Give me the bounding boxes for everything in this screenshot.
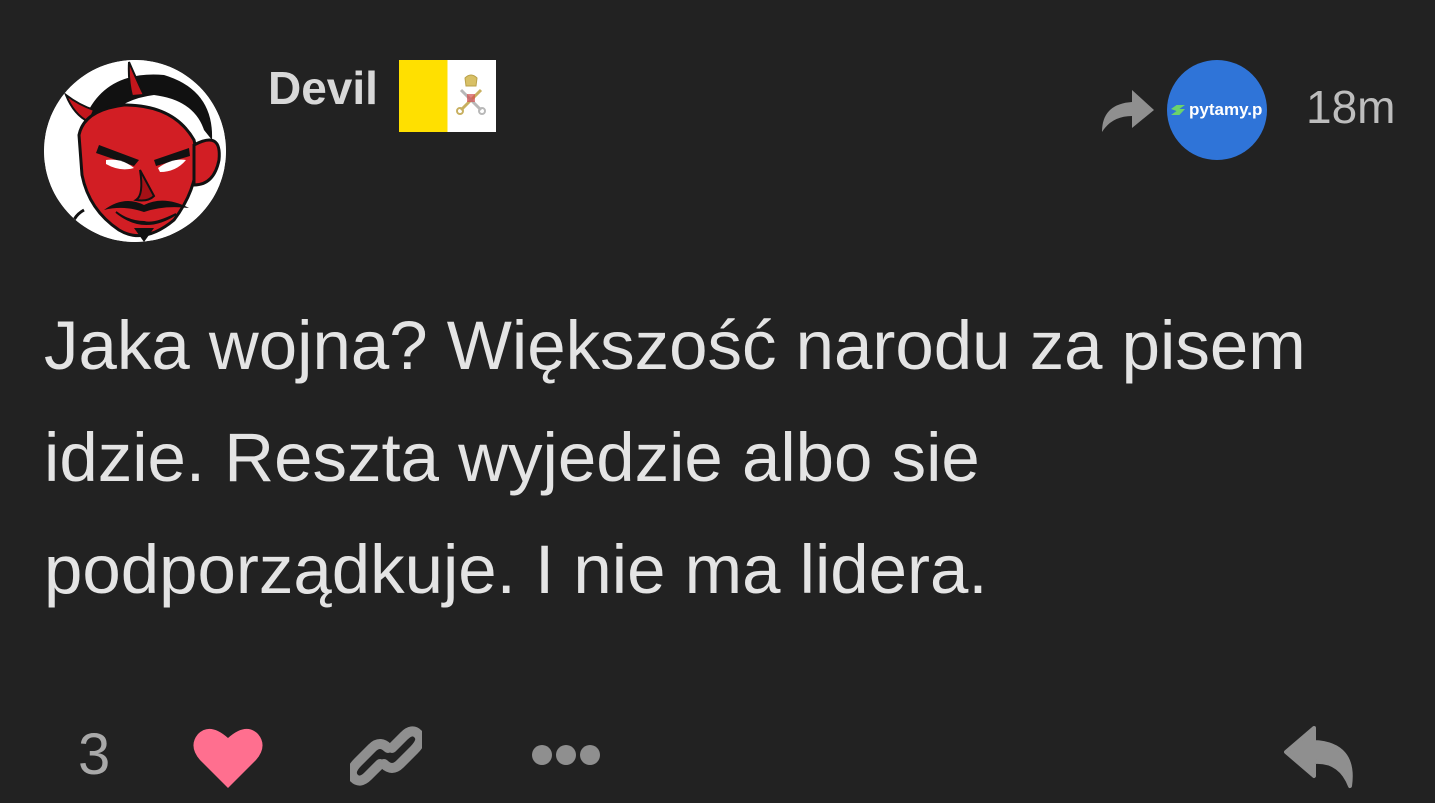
author-name[interactable]: Devil	[268, 60, 378, 116]
source-mark-icon	[1171, 105, 1185, 115]
link-icon[interactable]	[350, 718, 422, 794]
author-avatar[interactable]	[44, 60, 226, 242]
post-timestamp: 18m	[1306, 81, 1396, 133]
more-dots-icon[interactable]	[530, 740, 602, 770]
source-logo[interactable]: pytamy.p	[1167, 60, 1267, 160]
vatican-flag-icon	[399, 60, 496, 132]
post-body-text: Jaka wojna? Większość narodu za pisem id…	[44, 307, 1306, 608]
devil-face-icon	[44, 60, 226, 242]
reply-icon[interactable]	[1284, 724, 1358, 790]
post-card: Devil pytamy.p 18m Jaka wojna? Większość…	[0, 0, 1435, 803]
share-arrow-icon[interactable]	[1098, 84, 1156, 134]
like-count: 3	[78, 722, 111, 787]
heart-icon[interactable]	[192, 724, 264, 790]
source-label: pytamy.p	[1189, 100, 1263, 119]
